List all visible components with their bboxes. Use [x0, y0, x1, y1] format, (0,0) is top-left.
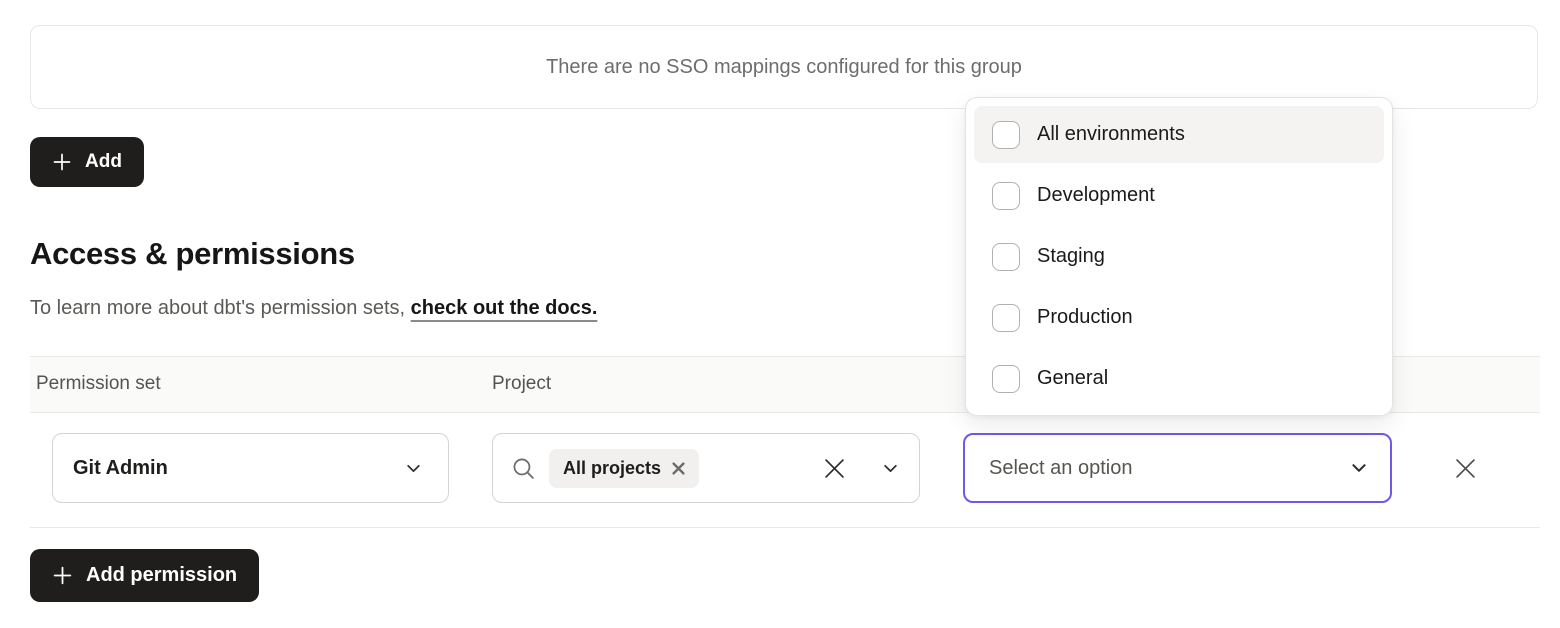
page-title: Access & permissions: [30, 234, 355, 274]
checkbox[interactable]: [992, 121, 1020, 149]
plus-icon: [52, 565, 73, 586]
add-permission-button[interactable]: Add permission: [30, 549, 259, 602]
environment-select[interactable]: Select an option: [963, 433, 1392, 503]
add-button-label: Add: [85, 151, 122, 173]
option-label: Staging: [1037, 245, 1105, 268]
checkbox[interactable]: [992, 365, 1020, 393]
section-description: To learn more about dbt's permission set…: [30, 293, 597, 323]
docs-link[interactable]: check out the docs.: [411, 297, 598, 319]
project-multiselect[interactable]: All projects: [492, 433, 920, 503]
permission-set-value: Git Admin: [73, 457, 168, 480]
column-header-project: Project: [492, 373, 551, 395]
add-permission-button-label: Add permission: [86, 564, 237, 587]
clear-selection-x-icon[interactable]: [821, 455, 848, 482]
sso-empty-message: There are no SSO mappings configured for…: [546, 56, 1022, 79]
group-settings-page: There are no SSO mappings configured for…: [0, 0, 1560, 628]
menu-item-all-environments[interactable]: All environments: [974, 106, 1384, 163]
menu-item-production[interactable]: Production: [974, 289, 1384, 346]
checkbox[interactable]: [992, 304, 1020, 332]
add-sso-mapping-button[interactable]: Add: [30, 137, 144, 187]
menu-item-staging[interactable]: Staging: [974, 228, 1384, 285]
chevron-down-icon: [882, 460, 899, 477]
option-label: Production: [1037, 306, 1133, 329]
menu-item-development[interactable]: Development: [974, 167, 1384, 224]
chip-label: All projects: [563, 458, 661, 479]
option-label: Development: [1037, 184, 1155, 207]
option-label: General: [1037, 367, 1108, 390]
chevron-down-icon: [405, 460, 422, 477]
checkbox[interactable]: [992, 182, 1020, 210]
search-icon: [511, 456, 536, 481]
option-label: All environments: [1037, 123, 1185, 146]
delete-row-x-icon[interactable]: [1450, 453, 1480, 483]
chip-remove-x-icon[interactable]: [672, 462, 685, 475]
plus-icon: [52, 152, 72, 172]
permission-set-select[interactable]: Git Admin: [52, 433, 449, 503]
environment-dropdown-menu: All environments Development Staging Pro…: [965, 97, 1393, 416]
chevron-down-icon: [1350, 459, 1368, 477]
environment-placeholder: Select an option: [989, 457, 1132, 480]
menu-item-general[interactable]: General: [974, 350, 1384, 407]
column-header-permission-set: Permission set: [36, 373, 161, 395]
selected-project-chip: All projects: [549, 449, 699, 488]
checkbox[interactable]: [992, 243, 1020, 271]
description-text: To learn more about dbt's permission set…: [30, 297, 411, 319]
